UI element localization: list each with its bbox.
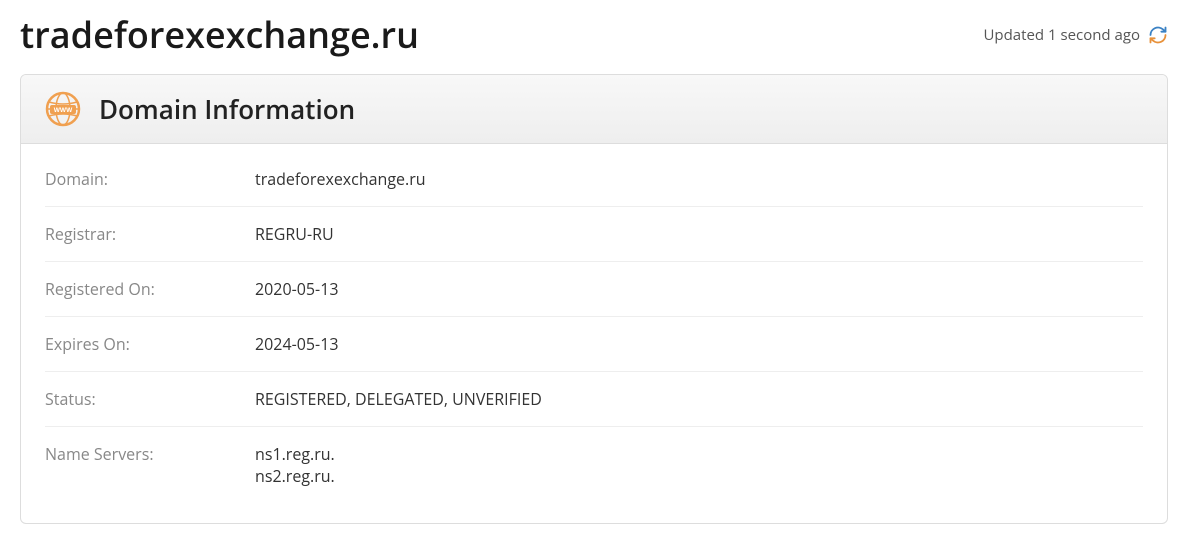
info-value: REGISTERED, DELEGATED, UNVERIFIED bbox=[255, 388, 1143, 410]
info-label: Registered On: bbox=[45, 278, 255, 300]
info-row: Domain: tradeforexexchange.ru bbox=[45, 152, 1143, 207]
info-label: Expires On: bbox=[45, 333, 255, 355]
card-title: Domain Information bbox=[99, 91, 355, 127]
header-row: tradeforexexchange.ru Updated 1 second a… bbox=[20, 10, 1168, 59]
info-label: Domain: bbox=[45, 168, 255, 190]
info-table: Domain: tradeforexexchange.ru Registrar:… bbox=[21, 144, 1167, 523]
info-value: 2024-05-13 bbox=[255, 333, 1143, 355]
updated-block: Updated 1 second ago bbox=[984, 25, 1169, 45]
page-title: tradeforexexchange.ru bbox=[20, 10, 419, 59]
info-value: tradeforexexchange.ru bbox=[255, 168, 1143, 190]
info-value: 2020-05-13 bbox=[255, 278, 1143, 300]
info-row: Registered On: 2020-05-13 bbox=[45, 262, 1143, 317]
info-label: Status: bbox=[45, 388, 255, 410]
info-row: Status: REGISTERED, DELEGATED, UNVERIFIE… bbox=[45, 372, 1143, 427]
info-value: ns1.reg.ru. ns2.reg.ru. bbox=[255, 443, 1143, 487]
info-row: Expires On: 2024-05-13 bbox=[45, 317, 1143, 372]
svg-text:WWW: WWW bbox=[54, 107, 73, 114]
info-row: Registrar: REGRU-RU bbox=[45, 207, 1143, 262]
refresh-icon[interactable] bbox=[1148, 25, 1168, 45]
info-label: Registrar: bbox=[45, 223, 255, 245]
info-row: Name Servers: ns1.reg.ru. ns2.reg.ru. bbox=[45, 427, 1143, 503]
domain-info-card: WWW Domain Information Domain: tradefore… bbox=[20, 74, 1168, 524]
info-value: REGRU-RU bbox=[255, 223, 1143, 245]
card-header: WWW Domain Information bbox=[21, 75, 1167, 144]
updated-text: Updated 1 second ago bbox=[984, 25, 1141, 45]
info-label: Name Servers: bbox=[45, 443, 255, 487]
www-icon: WWW bbox=[45, 91, 81, 127]
